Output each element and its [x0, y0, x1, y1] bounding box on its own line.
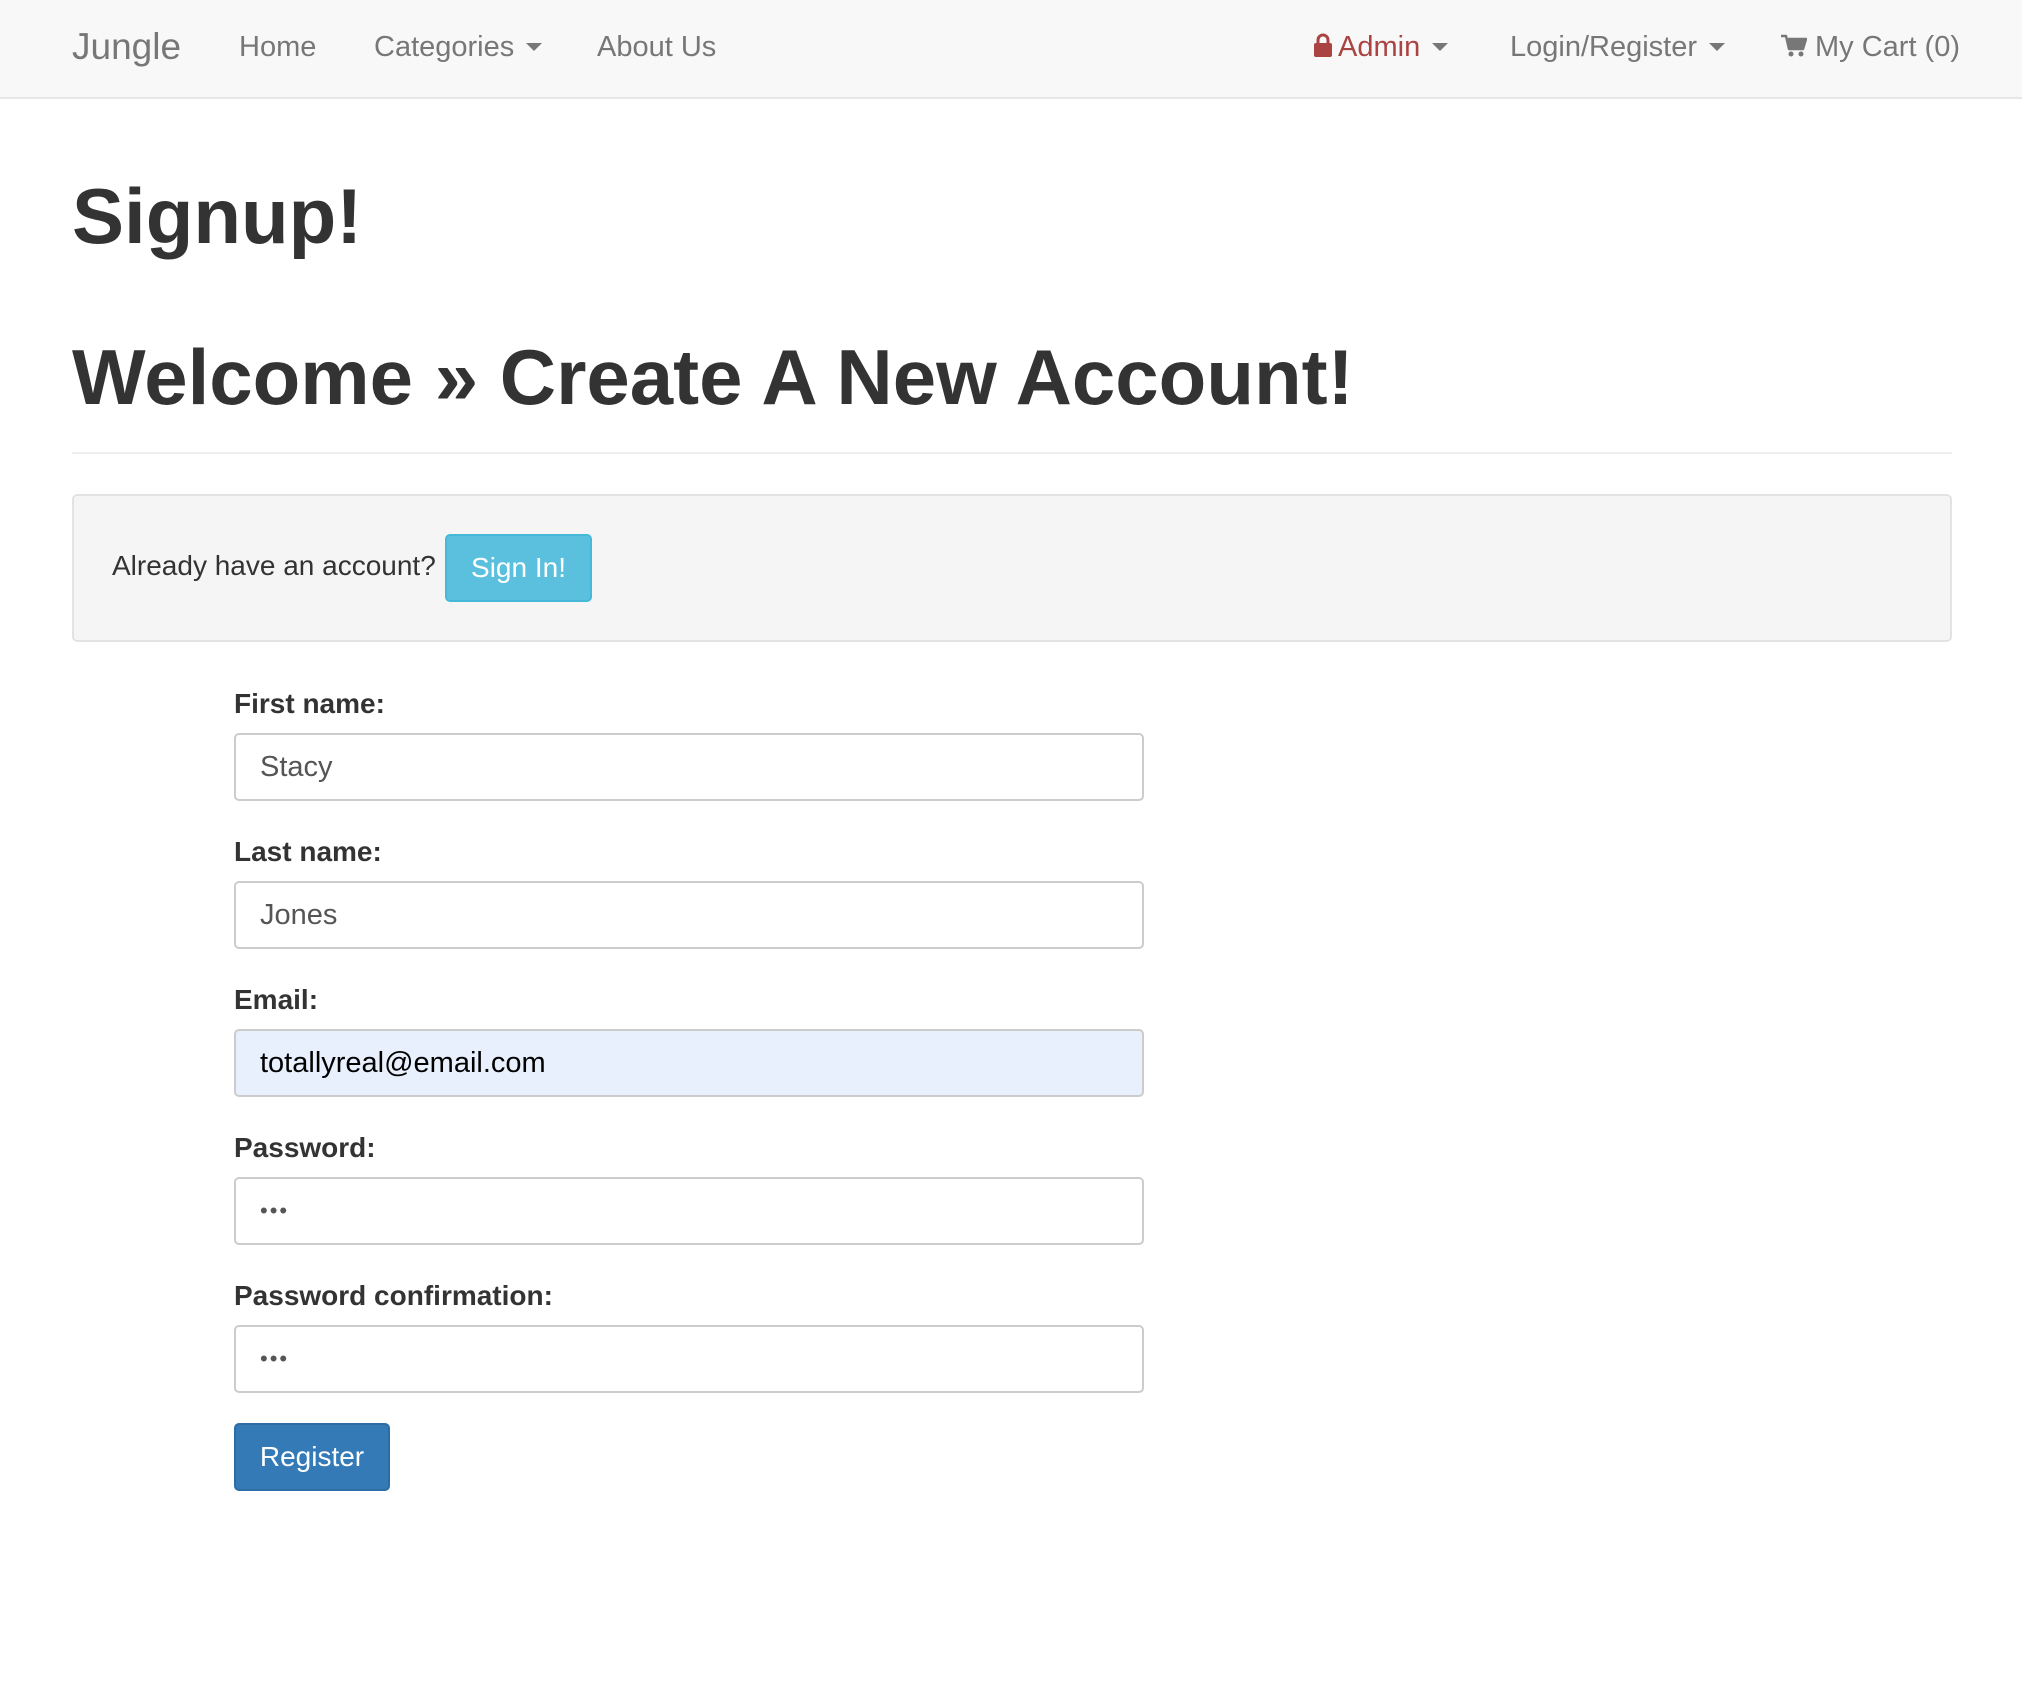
caret-down-icon [1432, 42, 1449, 51]
nav-admin-dropdown[interactable]: Admin [1314, 31, 1449, 64]
email-input[interactable] [234, 1029, 1144, 1097]
password-input[interactable] [234, 1177, 1144, 1245]
heading-divider [72, 452, 1952, 454]
last-name-input[interactable] [234, 881, 1144, 949]
email-label: Email: [234, 984, 319, 1015]
nav-about[interactable]: About Us [597, 31, 716, 64]
last-name-label: Last name: [234, 836, 382, 867]
page-title: Signup! [72, 172, 363, 260]
sign-in-button[interactable]: Sign In! [445, 534, 592, 602]
password-confirmation-label: Password confirmation: [234, 1280, 553, 1311]
cart-icon [1781, 35, 1807, 57]
register-button[interactable]: Register [234, 1423, 390, 1491]
create-account-heading: Welcome » Create A New Account! [72, 333, 1354, 421]
signin-prompt-well: Already have an account? Sign In! [72, 494, 1952, 642]
caret-down-icon [1709, 42, 1725, 51]
lock-icon [1314, 33, 1332, 58]
nav-home[interactable]: Home [239, 31, 316, 64]
nav-categories-label: Categories [374, 31, 515, 63]
nav-admin-label: Admin [1338, 31, 1421, 63]
caret-down-icon [526, 42, 543, 51]
navbar: Jungle Home Categories About Us Admin Lo… [0, 0, 2022, 99]
first-name-input[interactable] [234, 733, 1144, 801]
password-confirmation-input[interactable] [234, 1325, 1144, 1393]
signin-prompt-text: Already have an account? [112, 550, 436, 581]
brand-link[interactable]: Jungle [72, 26, 181, 68]
nav-login-register-dropdown[interactable]: Login/Register [1510, 31, 1725, 64]
nav-cart-label: My Cart (0) [1815, 31, 1960, 63]
nav-login-register-label: Login/Register [1510, 31, 1697, 63]
first-name-label: First name: [234, 688, 385, 719]
nav-cart[interactable]: My Cart (0) [1781, 31, 1960, 64]
nav-categories-dropdown[interactable]: Categories [374, 31, 543, 64]
password-label: Password: [234, 1132, 376, 1163]
